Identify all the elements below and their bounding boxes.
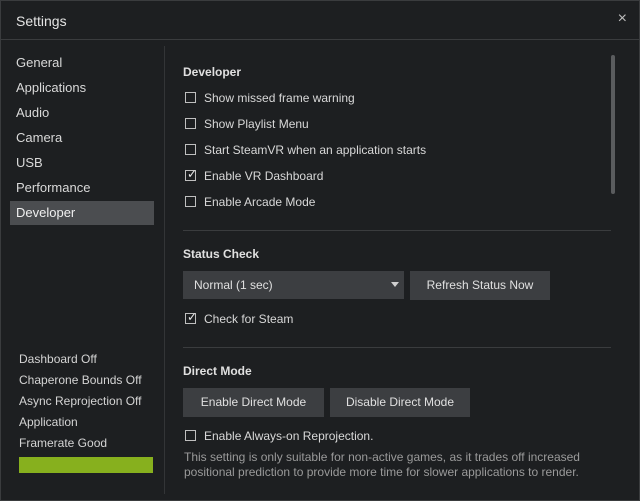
checkbox-checked[interactable]: ✓ (185, 310, 198, 324)
direct-mode-section-title: Direct Mode (183, 364, 252, 378)
checkbox[interactable] (185, 144, 196, 155)
scrollbar-thumb[interactable] (611, 55, 615, 194)
status-check-section-title: Status Check (183, 247, 260, 261)
refresh-status-button[interactable]: Refresh Status Now (410, 271, 550, 300)
disable-direct-mode-button[interactable]: Disable Direct Mode (330, 388, 470, 417)
dropdown-value: Normal (1 sec) (194, 278, 273, 292)
chaperone-status: Chaperone Bounds Off (19, 373, 142, 387)
framerate-status: Framerate Good (19, 436, 108, 450)
option-label: Enable Arcade Mode (204, 195, 316, 209)
option-label: Check for Steam (204, 312, 294, 326)
checkbox[interactable] (185, 118, 196, 129)
checkbox[interactable] (185, 196, 196, 207)
sidebar-divider (164, 46, 165, 494)
dashboard-status: Dashboard Off (19, 352, 97, 366)
option-label: Show Playlist Menu (204, 117, 309, 131)
window-title: Settings (16, 13, 67, 29)
reprojection-note: This setting is only suitable for non-ac… (184, 450, 580, 479)
section-divider (183, 230, 611, 231)
checkmark-icon: ✓ (187, 310, 198, 324)
checkbox[interactable] (185, 430, 196, 441)
developer-section-title: Developer (183, 65, 242, 79)
sidebar-item-audio[interactable]: Audio (10, 101, 154, 125)
async-reprojection-status: Async Reprojection Off (19, 394, 142, 408)
checkbox[interactable] (185, 92, 196, 103)
chevron-down-icon (391, 282, 399, 287)
title-bar: Settings × (1, 1, 639, 40)
sidebar-item-usb[interactable]: USB (10, 151, 154, 175)
option-label: Enable Always-on Reprojection. (204, 429, 374, 443)
status-interval-dropdown[interactable]: Normal (1 sec) (183, 271, 404, 299)
enable-direct-mode-button[interactable]: Enable Direct Mode (183, 388, 324, 417)
framerate-indicator-bar (19, 457, 153, 473)
option-label: Start SteamVR when an application starts (204, 143, 427, 157)
sidebar-item-general[interactable]: General (10, 51, 154, 75)
section-divider (183, 347, 611, 348)
option-label: Show missed frame warning (204, 91, 355, 105)
sidebar-item-applications[interactable]: Applications (10, 76, 154, 100)
sidebar-item-performance[interactable]: Performance (10, 176, 154, 200)
sidebar-item-developer[interactable]: Developer (10, 201, 154, 225)
checkbox-checked[interactable]: ✓ (185, 167, 198, 181)
application-status: Application (19, 415, 78, 429)
checkmark-icon: ✓ (187, 167, 198, 181)
option-label: Enable VR Dashboard (204, 169, 324, 183)
sidebar-item-camera[interactable]: Camera (10, 126, 154, 150)
close-icon[interactable]: × (618, 10, 627, 28)
